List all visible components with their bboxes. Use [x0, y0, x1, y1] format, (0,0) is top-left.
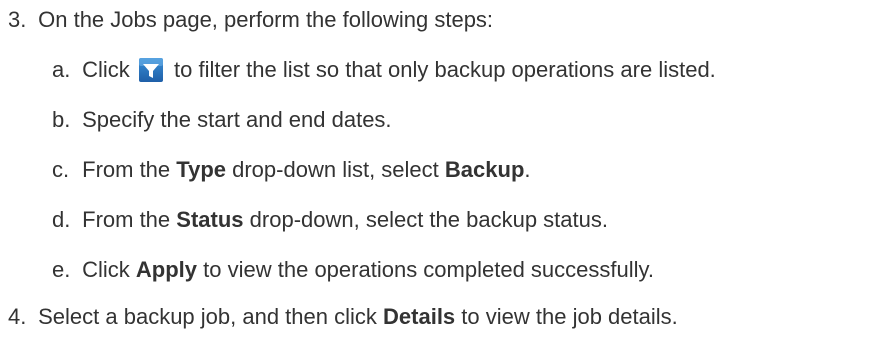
substep-e: e. Click Apply to view the operations co…	[52, 257, 654, 283]
substep-marker: d.	[52, 207, 71, 232]
substep-c: c. From the Type drop-down list, select …	[52, 157, 531, 183]
substep-text: drop-down, select the backup status.	[249, 207, 608, 232]
substep-text: drop-down list, select	[232, 157, 439, 182]
substep-b: b. Specify the start and end dates.	[52, 107, 392, 133]
substep-text: From the	[82, 207, 171, 232]
ui-term-details: Details	[383, 304, 456, 329]
ui-term-apply: Apply	[135, 257, 198, 282]
substep-text-continued: to filter the list so that only backup o…	[174, 57, 716, 82]
substep-punct: .	[524, 157, 531, 182]
substep-a: a. Click to filter the list so that only…	[52, 57, 716, 83]
substep-text: Click	[82, 57, 130, 82]
ui-term-type: Type	[176, 157, 226, 182]
step-3: 3. On the Jobs page, perform the followi…	[8, 7, 493, 33]
ui-term-status: Status	[176, 207, 244, 232]
step-text: On the Jobs page, perform the following …	[38, 7, 494, 32]
substep-text: Specify the start and end dates.	[82, 107, 392, 132]
filter-icon	[138, 58, 163, 82]
step-marker: 3.	[8, 7, 27, 32]
substep-marker: b.	[52, 107, 71, 132]
substep-d: d. From the Status drop-down, select the…	[52, 207, 608, 233]
substep-marker: a.	[52, 57, 71, 82]
step-marker: 4.	[8, 304, 27, 329]
step-4: 4. Select a backup job, and then click D…	[8, 304, 678, 330]
substep-text: From the	[82, 157, 171, 182]
substep-text: to view the operations completed success…	[203, 257, 654, 282]
substep-text: Click	[82, 257, 130, 282]
ui-term-backup: Backup	[444, 157, 525, 182]
substep-marker: e.	[52, 257, 71, 282]
step-text: Select a backup job, and then click	[38, 304, 377, 329]
substep-marker: c.	[52, 157, 70, 182]
step-text: to view the job details.	[461, 304, 678, 329]
